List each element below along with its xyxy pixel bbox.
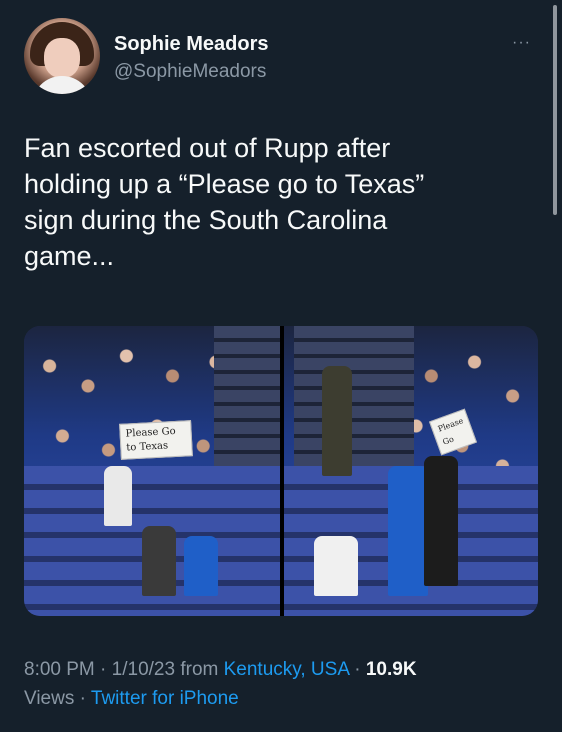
source-link[interactable]: Twitter for iPhone (91, 688, 239, 709)
escorted-fan (424, 456, 458, 586)
scrollbar[interactable] (553, 5, 557, 215)
fan (322, 366, 352, 476)
tweet-media[interactable]: Please Go to Texas Please Go (24, 326, 538, 616)
fan (104, 466, 132, 526)
tweet-line: sign during the South Carolina (24, 205, 388, 235)
views-label: Views (24, 688, 75, 709)
tweet-meta: 8:00 PM · 1/10/23 from Kentucky, USA · 1… (24, 655, 544, 713)
location-link[interactable]: Kentucky, USA (224, 659, 349, 680)
separator: · (74, 688, 91, 709)
views-count: 10.9K (365, 659, 417, 680)
photo-left[interactable]: Please Go to Texas (24, 326, 280, 616)
tweet-time: 8:00 PM (24, 659, 95, 680)
author-handle[interactable]: @SophieMeadors (114, 61, 266, 83)
tweet-line: holding up a “Please go to Texas” (24, 169, 425, 199)
photo-right[interactable]: Please Go (284, 326, 538, 616)
avatar-shirt (32, 76, 92, 94)
fan (142, 526, 176, 596)
tweet-line: game... (24, 241, 115, 271)
from-label: from (180, 659, 219, 680)
sign-line: to Texas (126, 440, 169, 454)
tweet-text: Fan escorted out of Rupp after holding u… (24, 130, 524, 274)
more-options-icon[interactable]: ··· (512, 34, 531, 52)
security-guard (388, 466, 428, 596)
separator: · (348, 659, 366, 680)
tweet-line: Fan escorted out of Rupp after (24, 133, 391, 163)
avatar-face (44, 38, 80, 78)
avatar[interactable] (24, 18, 100, 94)
fan (184, 536, 218, 596)
protest-sign: Please Go to Texas (119, 420, 193, 460)
tweet-date[interactable]: 1/10/23 (112, 659, 175, 680)
fan (314, 536, 358, 596)
author-name[interactable]: Sophie Meadors (114, 33, 268, 56)
separator: · (94, 659, 112, 680)
